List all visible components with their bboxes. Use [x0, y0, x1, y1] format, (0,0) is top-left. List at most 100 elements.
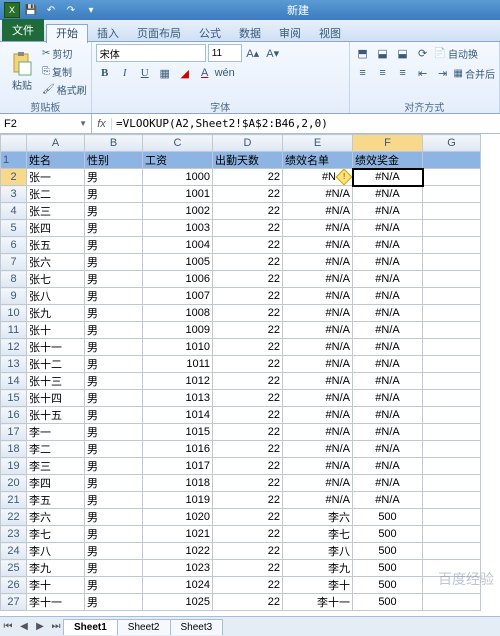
row-header[interactable]: 21: [1, 492, 27, 509]
cell[interactable]: #N/A: [353, 475, 423, 492]
cell[interactable]: #N/A: [283, 441, 353, 458]
cell[interactable]: [423, 475, 481, 492]
cell[interactable]: 男: [85, 288, 143, 305]
tab-file[interactable]: 文件: [2, 19, 44, 41]
cell[interactable]: #N/A: [283, 356, 353, 373]
row-header[interactable]: 26: [1, 577, 27, 594]
cell[interactable]: 男: [85, 475, 143, 492]
merge-button[interactable]: ▦合并后: [454, 64, 495, 82]
cell[interactable]: 1007: [143, 288, 213, 305]
col-header[interactable]: G: [423, 135, 481, 152]
error-indicator-icon[interactable]: !: [336, 169, 353, 186]
cell[interactable]: 1002: [143, 203, 213, 220]
decrease-font-button[interactable]: A▾: [264, 44, 282, 62]
cell[interactable]: 张十一: [27, 339, 85, 356]
cell[interactable]: [423, 271, 481, 288]
font-size-select[interactable]: [208, 44, 242, 62]
cell[interactable]: 李七: [283, 526, 353, 543]
cell[interactable]: 1022: [143, 543, 213, 560]
row-header[interactable]: 24: [1, 543, 27, 560]
cut-button[interactable]: ✂剪切: [42, 45, 87, 63]
tab-开始[interactable]: 开始: [46, 24, 88, 43]
cell[interactable]: #N/A: [353, 373, 423, 390]
cell[interactable]: 1004: [143, 237, 213, 254]
cell[interactable]: 22: [213, 254, 283, 271]
cell[interactable]: 男: [85, 424, 143, 441]
tab-数据[interactable]: 数据: [230, 25, 270, 43]
cell[interactable]: [423, 458, 481, 475]
cell[interactable]: 1005: [143, 254, 213, 271]
cell[interactable]: 1025: [143, 594, 213, 611]
cell[interactable]: 男: [85, 373, 143, 390]
cell[interactable]: #N/A: [353, 169, 423, 186]
cell[interactable]: 男: [85, 509, 143, 526]
cell[interactable]: 500: [353, 543, 423, 560]
cell[interactable]: [423, 390, 481, 407]
cell[interactable]: #N/A: [283, 271, 353, 288]
cell[interactable]: #N/A: [353, 407, 423, 424]
cell[interactable]: 1012: [143, 373, 213, 390]
save-button[interactable]: 💾: [22, 2, 40, 18]
cell[interactable]: #N/A: [283, 458, 353, 475]
cell[interactable]: 李十一: [27, 594, 85, 611]
cell[interactable]: 张三: [27, 203, 85, 220]
cell[interactable]: 张十: [27, 322, 85, 339]
col-header[interactable]: C: [143, 135, 213, 152]
cell[interactable]: #N/A: [353, 322, 423, 339]
cell[interactable]: 姓名: [27, 152, 85, 169]
cell[interactable]: 男: [85, 254, 143, 271]
cell[interactable]: #N/A: [283, 339, 353, 356]
worksheet-grid[interactable]: A B C D E F G 1姓名性别工资出勤天数绩效名单绩效奖金2张一男100…: [0, 134, 500, 611]
cell[interactable]: [423, 152, 481, 169]
cell[interactable]: 22: [213, 339, 283, 356]
cell[interactable]: 李一: [27, 424, 85, 441]
fx-button[interactable]: fx: [92, 118, 112, 130]
cell[interactable]: #N/A: [283, 407, 353, 424]
cell[interactable]: 男: [85, 169, 143, 186]
cell[interactable]: 22: [213, 458, 283, 475]
cell[interactable]: 男: [85, 322, 143, 339]
cell[interactable]: [423, 220, 481, 237]
cell[interactable]: [423, 543, 481, 560]
cell[interactable]: #N/A: [283, 305, 353, 322]
cell[interactable]: #N/A: [353, 356, 423, 373]
align-bottom-button[interactable]: ⬓: [394, 44, 412, 62]
cell[interactable]: 22: [213, 237, 283, 254]
cell[interactable]: [423, 356, 481, 373]
cell[interactable]: 李十: [283, 577, 353, 594]
cell[interactable]: [423, 339, 481, 356]
cell[interactable]: 张五: [27, 237, 85, 254]
cell[interactable]: 李九: [27, 560, 85, 577]
row-header[interactable]: 14: [1, 373, 27, 390]
cell[interactable]: [423, 305, 481, 322]
cell[interactable]: 22: [213, 577, 283, 594]
undo-button[interactable]: ↶: [42, 2, 60, 18]
font-color-button[interactable]: A: [196, 64, 214, 82]
cell[interactable]: [423, 203, 481, 220]
cell[interactable]: #N/A: [283, 220, 353, 237]
cell[interactable]: 22: [213, 594, 283, 611]
cell[interactable]: 1000: [143, 169, 213, 186]
cell[interactable]: #N/A: [283, 254, 353, 271]
cell[interactable]: 男: [85, 492, 143, 509]
cell[interactable]: #N/A: [353, 424, 423, 441]
cell[interactable]: [423, 594, 481, 611]
row-header[interactable]: 9: [1, 288, 27, 305]
cell[interactable]: 1017: [143, 458, 213, 475]
cell[interactable]: [423, 509, 481, 526]
cell[interactable]: #N/A: [283, 492, 353, 509]
row-header[interactable]: 20: [1, 475, 27, 492]
cell[interactable]: 22: [213, 220, 283, 237]
cell[interactable]: [423, 237, 481, 254]
cell[interactable]: 男: [85, 390, 143, 407]
cell[interactable]: 李六: [283, 509, 353, 526]
cell[interactable]: 22: [213, 492, 283, 509]
cell[interactable]: 22: [213, 509, 283, 526]
align-top-button[interactable]: ⬒: [354, 44, 372, 62]
cell[interactable]: #N/A: [353, 441, 423, 458]
row-header[interactable]: 10: [1, 305, 27, 322]
row-header[interactable]: 4: [1, 203, 27, 220]
row-header[interactable]: 27: [1, 594, 27, 611]
name-box[interactable]: F2 ▼: [0, 114, 92, 133]
row-header[interactable]: 7: [1, 254, 27, 271]
